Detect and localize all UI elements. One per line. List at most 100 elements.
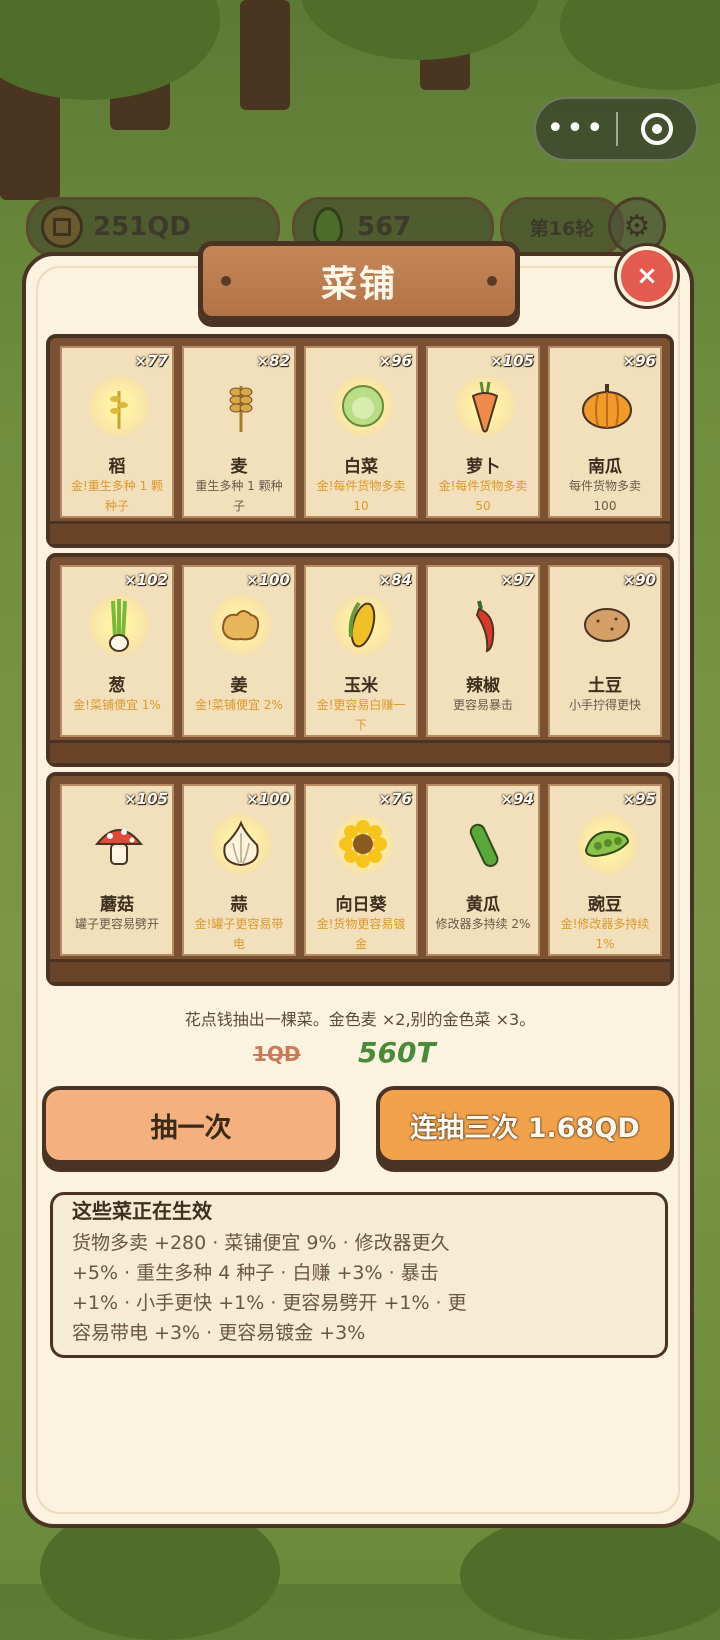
seed-count: ×97 bbox=[500, 571, 534, 589]
effects-title: 这些菜正在生效 bbox=[72, 1199, 212, 1223]
seed-card-carrot[interactable]: ×105 萝卜 金!每件货物多卖 50 bbox=[426, 346, 540, 518]
seed-name: 白菜 bbox=[344, 457, 378, 477]
mushroom-icon bbox=[89, 814, 149, 874]
shop-title-sign: 菜铺 bbox=[198, 241, 520, 321]
seed-desc: 每件货物多卖 100 bbox=[568, 479, 641, 513]
nail-icon bbox=[487, 276, 497, 286]
coin-value: 251QD bbox=[93, 212, 191, 242]
shop-title: 菜铺 bbox=[320, 264, 397, 305]
shelf-board bbox=[50, 521, 670, 544]
close-button[interactable]: × bbox=[617, 246, 677, 306]
mini-program-capsule: ••• bbox=[534, 97, 698, 161]
draw-three-button[interactable]: 连抽三次 1.68QD bbox=[376, 1086, 674, 1164]
draw-once-button[interactable]: 抽一次 bbox=[42, 1086, 340, 1164]
seed-desc: 金!更容易白赚一下 bbox=[316, 698, 406, 732]
seed-desc: 金!修改器多持续 1% bbox=[560, 917, 650, 951]
seed-name: 豌豆 bbox=[588, 895, 622, 915]
sunflower-icon bbox=[333, 814, 393, 874]
potato-icon bbox=[577, 595, 637, 655]
draw-once-label: 抽一次 bbox=[150, 1112, 232, 1144]
seed-count: ×77 bbox=[134, 352, 168, 370]
seed-count: ×105 bbox=[490, 352, 534, 370]
seed-desc: 罐子更容易劈开 bbox=[74, 917, 159, 931]
seed-card-pea[interactable]: ×95 豌豆 金!修改器多持续 1% bbox=[548, 784, 662, 956]
seed-count: ×95 bbox=[622, 790, 656, 808]
new-price: 560T bbox=[358, 1036, 436, 1069]
more-dots-icon[interactable]: ••• bbox=[536, 99, 616, 159]
seed-count: ×84 bbox=[378, 571, 412, 589]
seed-desc: 金!菜铺便宜 2% bbox=[195, 698, 283, 712]
seed-desc: 金!每件货物多卖 50 bbox=[438, 479, 528, 513]
scallion-icon bbox=[89, 595, 149, 655]
chili-icon bbox=[455, 595, 515, 655]
seed-desc: 金!每件货物多卖 10 bbox=[316, 479, 406, 513]
seed-card-cabbage[interactable]: ×96 白菜 金!每件货物多卖 10 bbox=[304, 346, 418, 518]
seed-desc: 金!货物更容易镀金 bbox=[316, 917, 406, 951]
seed-name: 向日葵 bbox=[335, 895, 387, 915]
seed-card-wheat[interactable]: ×82 麦 重生多种 1 颗种子 bbox=[182, 346, 296, 518]
seed-card-chili[interactable]: ×97 辣椒 更容易暴击 bbox=[426, 565, 540, 737]
rice-icon bbox=[89, 376, 149, 436]
seed-card-garlic[interactable]: ×100 蒜 金!罐子更容易带电 bbox=[182, 784, 296, 956]
garlic-icon bbox=[211, 814, 271, 874]
seed-name: 蒜 bbox=[230, 895, 248, 915]
round-label: 第16轮 bbox=[529, 217, 595, 240]
seed-count: ×96 bbox=[622, 352, 656, 370]
seed-card-pumpkin[interactable]: ×96 南瓜 每件货物多卖 100 bbox=[548, 346, 662, 518]
corn-icon bbox=[333, 595, 393, 655]
seed-card-cucumber[interactable]: ×94 黄瓜 修改器多持续 2% bbox=[426, 784, 540, 956]
seed-count: ×90 bbox=[622, 571, 656, 589]
seed-desc: 金!重生多种 1 颗种子 bbox=[70, 479, 164, 513]
seed-card-mushroom[interactable]: ×105 蘑菇 罐子更容易劈开 bbox=[60, 784, 174, 956]
seed-name: 蘑菇 bbox=[100, 895, 134, 915]
gear-icon[interactable]: ⚙ bbox=[608, 197, 666, 255]
seed-card-scallion[interactable]: ×102 葱 金!菜铺便宜 1% bbox=[60, 565, 174, 737]
seed-desc: 金!菜铺便宜 1% bbox=[73, 698, 161, 712]
seed-card-corn[interactable]: ×84 玉米 金!更容易白赚一下 bbox=[304, 565, 418, 737]
seed-count: ×102 bbox=[124, 571, 168, 589]
seed-value: 567 bbox=[357, 212, 412, 242]
pea-icon bbox=[577, 814, 637, 874]
draw-hint: 花点钱抽出一棵菜。金色麦 ×2,别的金色菜 ×3。 bbox=[184, 1010, 536, 1029]
seed-name: 葱 bbox=[108, 676, 126, 696]
seed-card-ginger[interactable]: ×100 姜 金!菜铺便宜 2% bbox=[182, 565, 296, 737]
pumpkin-icon bbox=[577, 376, 637, 436]
shelf-row-1: ×77 稻 金!重生多种 1 颗种子 ×82 麦 重生多种 1 颗种子 ×96 … bbox=[46, 334, 674, 548]
seed-card-rice[interactable]: ×77 稻 金!重生多种 1 颗种子 bbox=[60, 346, 174, 518]
target-icon[interactable] bbox=[618, 113, 696, 145]
shelf-board bbox=[50, 740, 670, 763]
nail-icon bbox=[221, 276, 231, 286]
carrot-icon bbox=[455, 376, 515, 436]
seed-count: ×100 bbox=[246, 790, 290, 808]
seed-name: 稻 bbox=[108, 457, 126, 477]
seed-desc: 金!罐子更容易带电 bbox=[194, 917, 284, 951]
shelf-row-2: ×102 葱 金!菜铺便宜 1% ×100 姜 金!菜铺便宜 2% ×84 玉米… bbox=[46, 553, 674, 767]
seed-count: ×94 bbox=[500, 790, 534, 808]
seed-count: ×76 bbox=[378, 790, 412, 808]
shelf-board bbox=[50, 959, 670, 982]
seed-count: ×100 bbox=[246, 571, 290, 589]
seed-name: 土豆 bbox=[588, 676, 622, 696]
seed-desc: 重生多种 1 颗种子 bbox=[195, 479, 283, 513]
seed-name: 萝卜 bbox=[466, 457, 500, 477]
draw-three-label: 连抽三次 1.68QD bbox=[410, 1112, 640, 1144]
seed-name: 南瓜 bbox=[588, 457, 622, 477]
seed-card-potato[interactable]: ×90 土豆 小手拧得更快 bbox=[548, 565, 662, 737]
seed-count: ×96 bbox=[378, 352, 412, 370]
seed-name: 姜 bbox=[230, 676, 248, 696]
seed-count: ×82 bbox=[256, 352, 290, 370]
seed-name: 麦 bbox=[230, 457, 248, 477]
seed-name: 黄瓜 bbox=[466, 895, 500, 915]
shelf-row-3: ×105 蘑菇 罐子更容易劈开 ×100 蒜 金!罐子更容易带电 ×76 向日葵… bbox=[46, 772, 674, 986]
wheat-icon bbox=[211, 376, 271, 436]
cucumber-icon bbox=[455, 814, 515, 874]
seed-desc: 修改器多持续 2% bbox=[435, 917, 531, 931]
effects-body: 货物多卖 +280 · 菜铺便宜 9% · 修改器更久 +5% · 重生多种 4… bbox=[72, 1232, 467, 1344]
seed-name: 辣椒 bbox=[466, 676, 500, 696]
seed-card-sunflower[interactable]: ×76 向日葵 金!货物更容易镀金 bbox=[304, 784, 418, 956]
seed-count: ×105 bbox=[124, 790, 168, 808]
seed-desc: 小手拧得更快 bbox=[568, 698, 641, 712]
old-price: 1QD bbox=[253, 1042, 301, 1066]
seed-desc: 更容易暴击 bbox=[452, 698, 513, 712]
coin-icon bbox=[41, 206, 83, 248]
